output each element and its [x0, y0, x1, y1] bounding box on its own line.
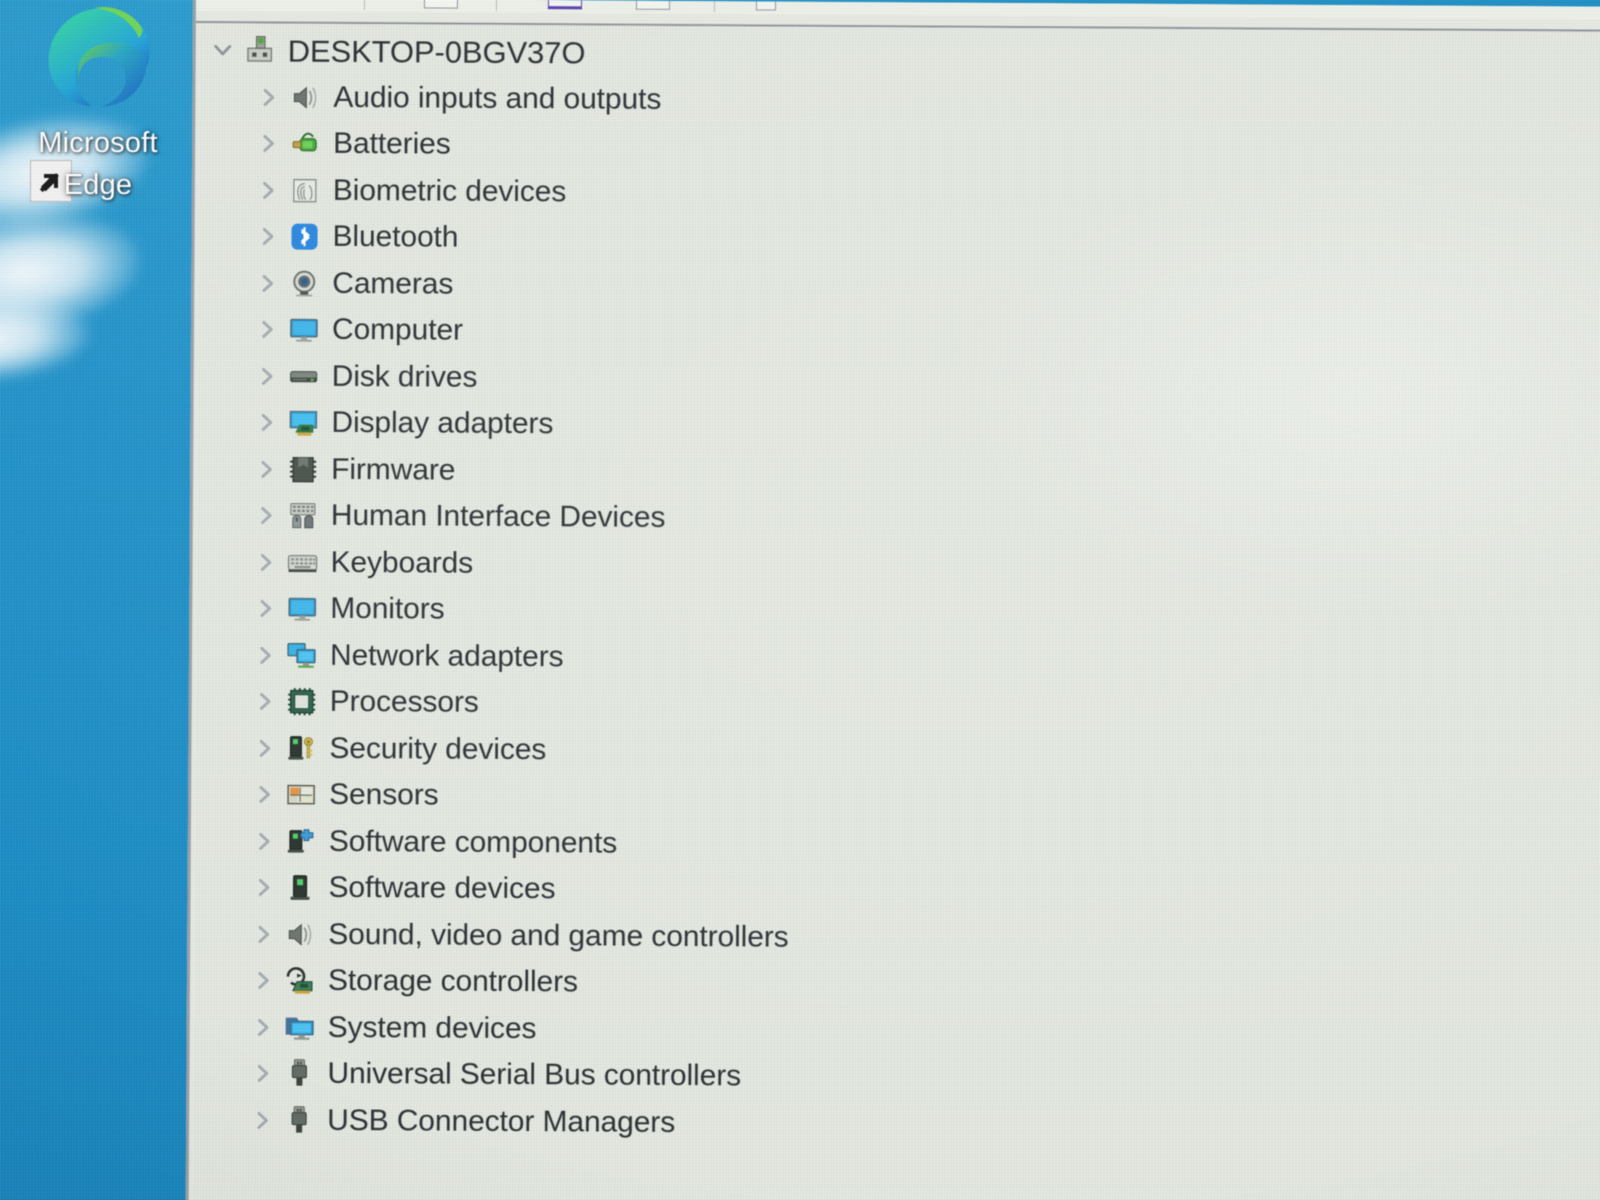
- processor-chip-icon: [282, 684, 322, 720]
- monitor-icon: [284, 312, 324, 348]
- edge-logo-icon: [33, 2, 163, 120]
- chevron-right-icon[interactable]: [246, 921, 280, 947]
- bluetooth-icon: [284, 219, 324, 255]
- desktop-background[interactable]: Microsoft Edge: [0, 0, 210, 1200]
- properties-button[interactable]: [423, 0, 458, 9]
- desktop-shortcut-microsoft-edge[interactable]: Microsoft Edge: [8, 2, 188, 206]
- tree-item-label: Computer: [331, 313, 463, 347]
- chevron-right-icon[interactable]: [246, 968, 280, 994]
- tree-item-label: Processors: [329, 685, 479, 720]
- tree-item-label: Bluetooth: [332, 220, 459, 254]
- chevron-right-icon[interactable]: [245, 1107, 279, 1133]
- toolbar-separator-1: [363, 0, 365, 11]
- chevron-right-icon[interactable]: [249, 456, 283, 482]
- desktop-shortcut-label: Microsoft Edge: [8, 122, 188, 206]
- tree-item-label: Security devices: [329, 731, 547, 766]
- forward-button[interactable]: [306, 0, 332, 11]
- software-component-icon: [281, 823, 321, 859]
- sensors-icon: [281, 777, 321, 813]
- chevron-right-icon[interactable]: [247, 735, 281, 761]
- tree-item-label: Sound, video and game controllers: [328, 917, 789, 954]
- update-driver-button[interactable]: [547, 0, 582, 10]
- usb-plug-icon: [279, 1102, 319, 1138]
- tree-item-label: Firmware: [331, 452, 456, 487]
- chevron-right-icon[interactable]: [247, 782, 281, 808]
- tree-item-label: Batteries: [333, 127, 451, 161]
- firmware-chip-icon: [283, 451, 323, 487]
- tree-item-label: Universal Serial Bus controllers: [327, 1057, 742, 1093]
- device-manager-window: DESKTOP-0BGV37O Audio inputs and outputs…: [185, 0, 1600, 1200]
- tree-item-label: System devices: [327, 1010, 537, 1045]
- chevron-right-icon[interactable]: [248, 642, 282, 668]
- screen-glare: [0, 199, 147, 346]
- tree-item-label: Display adapters: [331, 406, 554, 441]
- tree-item-label: Disk drives: [331, 359, 478, 394]
- chevron-right-icon[interactable]: [245, 1061, 279, 1087]
- tree-item-label: Network adapters: [329, 638, 564, 674]
- tree-item-label: USB Connector Managers: [327, 1103, 676, 1139]
- chevron-right-icon[interactable]: [248, 689, 282, 715]
- tree-item-label: Monitors: [330, 592, 445, 626]
- chevron-right-icon[interactable]: [251, 177, 285, 203]
- uninstall-device-button[interactable]: [635, 0, 670, 10]
- network-adapter-icon: [282, 637, 322, 673]
- shortcut-label-line2: Edge: [63, 169, 133, 202]
- tree-item-label: Audio inputs and outputs: [333, 80, 662, 116]
- keyboard-icon: [282, 544, 322, 580]
- chevron-right-icon[interactable]: [248, 549, 282, 575]
- chevron-right-icon[interactable]: [250, 270, 284, 296]
- monitor-icon: [282, 591, 322, 627]
- camera-icon: [284, 265, 324, 301]
- chevron-right-icon[interactable]: [250, 317, 284, 343]
- chevron-right-icon[interactable]: [248, 596, 282, 622]
- software-device-icon: [280, 870, 320, 906]
- chevron-right-icon[interactable]: [251, 131, 285, 157]
- chevron-right-icon[interactable]: [246, 875, 280, 901]
- chevron-right-icon[interactable]: [247, 828, 281, 854]
- harddisk-icon: [284, 358, 324, 394]
- toolbar-separator-3: [713, 1, 715, 13]
- tree-item-label: Storage controllers: [327, 964, 579, 999]
- back-button[interactable]: [210, 0, 236, 10]
- chevron-right-icon[interactable]: [251, 84, 285, 110]
- security-key-icon: [281, 730, 321, 766]
- hid-devices-icon: [283, 498, 323, 534]
- storage-controller-icon: [280, 963, 320, 999]
- usb-plug-icon: [279, 1056, 319, 1092]
- device-tree-panel[interactable]: DESKTOP-0BGV37O Audio inputs and outputs…: [192, 23, 1600, 1200]
- tree-item-label: Keyboards: [330, 545, 474, 580]
- tree-item-label: Software components: [328, 824, 618, 860]
- screen-glare: [0, 291, 94, 389]
- chevron-down-icon[interactable]: [206, 37, 240, 63]
- chevron-right-icon[interactable]: [250, 363, 284, 389]
- tree-item-label: Software devices: [328, 871, 556, 906]
- scan-hardware-button[interactable]: [755, 1, 776, 11]
- tree-row-usb-connector-managers[interactable]: USB Connector Managers: [193, 1097, 1600, 1152]
- tree-root-label: DESKTOP-0BGV37O: [287, 33, 586, 71]
- speaker-icon: [280, 916, 320, 952]
- chevron-right-icon[interactable]: [246, 1014, 280, 1040]
- fingerprint-icon: [285, 172, 325, 208]
- tree-item-label: Human Interface Devices: [330, 499, 666, 535]
- shortcut-label-line1: Microsoft: [38, 127, 158, 159]
- tree-item-label: Cameras: [332, 266, 454, 301]
- screen-photo: Microsoft Edge DESKTOP-0BGV37O Audio inp…: [0, 0, 1600, 1200]
- speaker-icon: [285, 79, 325, 115]
- toolbar-separator-2: [495, 0, 497, 11]
- battery-icon: [285, 126, 325, 162]
- computer-node-icon: [240, 33, 280, 69]
- chevron-right-icon[interactable]: [250, 224, 284, 250]
- chevron-right-icon[interactable]: [249, 503, 283, 529]
- graphics-card-icon: [283, 405, 323, 441]
- device-tree-children: Audio inputs and outputs Batteries Biometr…: [193, 74, 1600, 1152]
- system-device-icon: [280, 1009, 320, 1045]
- tree-item-label: Biometric devices: [332, 173, 567, 209]
- tree-item-label: Sensors: [329, 778, 439, 812]
- chevron-right-icon[interactable]: [249, 410, 283, 436]
